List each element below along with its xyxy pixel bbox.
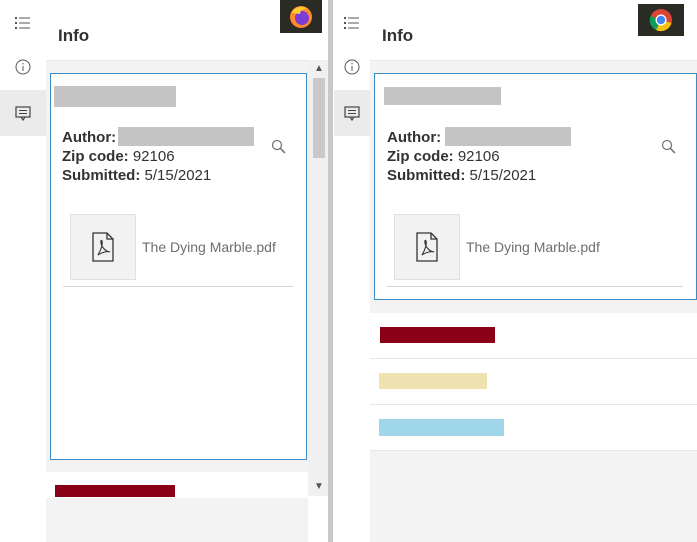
author-label: Author: [387,129,442,146]
zip-value: 92106 [132,148,175,165]
side-rail [0,0,46,542]
firefox-panel: Info Author: Zip code: 92106 Submitted: … [0,0,330,542]
result-row[interactable] [370,359,697,405]
feature-card[interactable]: Author: Zip code: 92106 Submitted: 5/15/… [374,73,697,300]
zoom-to-icon[interactable] [270,138,288,156]
panel-title: Info [382,26,414,45]
redacted-author [445,127,571,146]
attachment-thumbnail [70,214,136,280]
zip-row: Zip code: 92106 [62,147,211,166]
redacted-title [54,86,176,107]
attachment-name: The Dying Marble.pdf [466,239,600,255]
submitted-label: Submitted: [62,167,141,184]
color-swatch [380,327,495,343]
popup-icon [15,106,31,121]
zoom-to-icon[interactable] [660,138,678,156]
color-swatch [55,485,175,497]
attachment-item[interactable]: The Dying Marble.pdf [394,214,600,280]
info-button[interactable] [334,44,370,90]
redacted-author [118,127,254,146]
color-swatch [379,419,504,436]
submitted-value: 5/15/2021 [469,167,537,184]
chrome-panel: Info Author: Zip code: 92106 Submitted: … [334,0,697,542]
attachment-name: The Dying Marble.pdf [142,239,276,255]
info-button[interactable] [0,44,46,90]
attachment-item[interactable]: The Dying Marble.pdf [70,214,276,280]
result-row[interactable] [370,313,697,359]
popup-icon [344,106,360,121]
attachment-thumbnail [394,214,460,280]
attachment-divider [63,286,293,287]
submitted-value: 5/15/2021 [144,167,212,184]
panel-title: Info [58,26,90,45]
author-label: Author: [62,129,117,146]
submitted-row: Submitted: 5/15/2021 [62,166,211,185]
list-button[interactable] [334,0,370,46]
zip-row: Zip code: 92106 [387,147,536,166]
chrome-logo [649,9,672,32]
zip-label: Zip code: [62,148,129,165]
scroll-up-icon[interactable]: ▲ [314,64,324,74]
attachment-divider [387,286,683,287]
list-icon [344,17,359,29]
scroll-down-icon[interactable]: ▼ [314,482,324,492]
list-icon [15,17,30,29]
firefox-logo [290,5,312,28]
scrollbar-thumb[interactable] [313,78,325,158]
popup-button[interactable] [0,90,46,136]
result-row[interactable] [46,472,308,498]
zip-value: 92106 [457,148,500,165]
pdf-icon [416,232,438,262]
popup-button[interactable] [334,90,370,136]
chrome-icon [638,4,684,36]
feature-card[interactable]: Author: Zip code: 92106 Submitted: 5/15/… [50,73,307,460]
firefox-icon [280,0,322,33]
submitted-row: Submitted: 5/15/2021 [387,166,536,185]
info-icon [15,59,31,75]
pdf-icon [92,232,114,262]
zip-label: Zip code: [387,148,454,165]
info-content: Info Author: Zip code: 92106 Submitted: … [46,0,308,542]
redacted-title [384,87,501,105]
submitted-label: Submitted: [387,167,466,184]
result-row[interactable] [370,405,697,451]
scrollbar[interactable]: ▲ ▼ [308,60,330,496]
panel-divider [328,0,333,542]
info-icon [344,59,360,75]
side-rail [334,0,370,542]
panel-header: Info [46,0,308,61]
info-content: Info Author: Zip code: 92106 Submitted: … [370,0,697,542]
list-button[interactable] [0,0,46,46]
color-swatch [379,373,487,389]
